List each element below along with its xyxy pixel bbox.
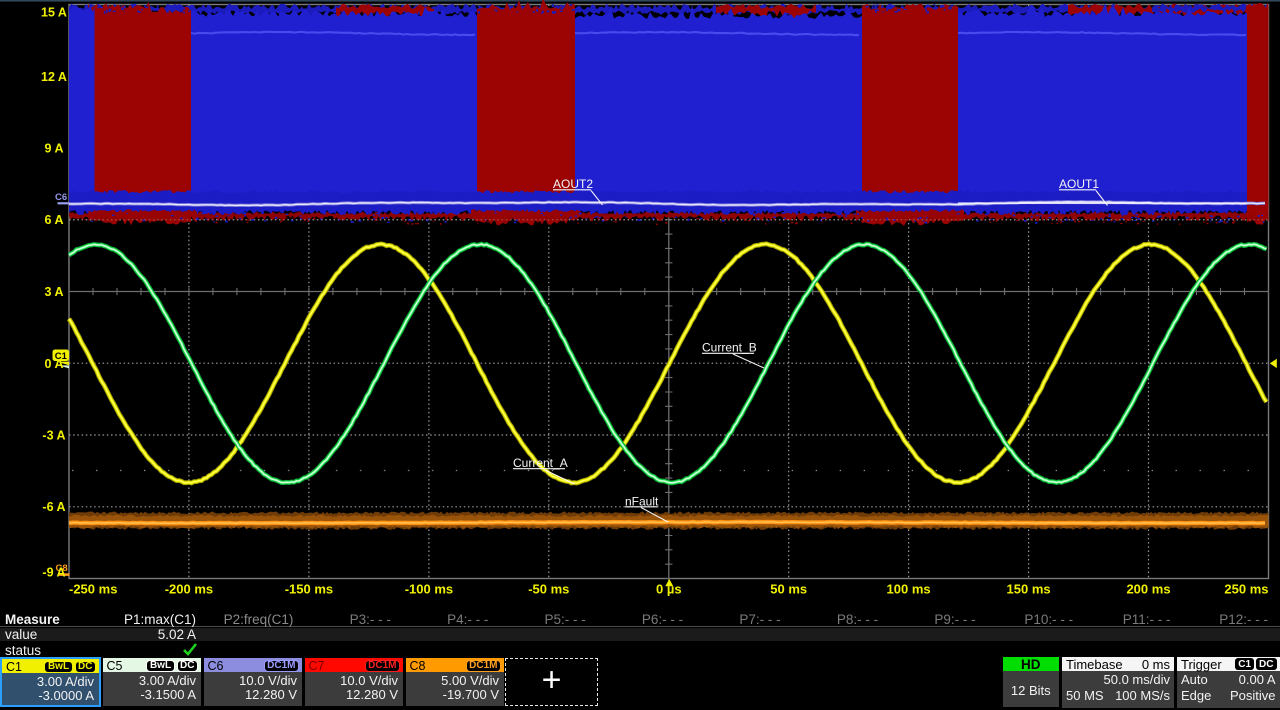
svg-text:-150 ms: -150 ms [285,582,333,597]
svg-text:AOUT1: AOUT1 [1059,177,1099,191]
svg-text:-6 A: -6 A [42,500,65,514]
svg-text:-9 A: -9 A [42,566,65,580]
svg-text:9 A: 9 A [45,142,64,156]
svg-text:-3 A: -3 A [42,429,65,443]
svg-text:50 ms: 50 ms [770,582,807,597]
svg-text:12 A: 12 A [41,70,67,84]
svg-text:200 ms: 200 ms [1126,582,1170,597]
svg-text:3 A: 3 A [45,285,64,299]
svg-text:-200 ms: -200 ms [165,582,213,597]
svg-text:AOUT2: AOUT2 [553,177,593,191]
svg-text:150 ms: 150 ms [1007,582,1051,597]
svg-text:0 A: 0 A [45,357,64,371]
svg-text:-50 ms: -50 ms [528,582,569,597]
svg-text:6 A: 6 A [45,213,64,227]
svg-text:100 ms: 100 ms [887,582,931,597]
svg-text:Current_B: Current_B [702,341,757,355]
svg-text:15 A: 15 A [41,6,67,20]
svg-text:C6: C6 [55,192,67,203]
svg-text:250 ms: 250 ms [1224,582,1268,597]
svg-text:-250 ms: -250 ms [69,582,117,597]
svg-text:Current_A: Current_A [513,456,568,470]
svg-text:-100 ms: -100 ms [405,582,453,597]
